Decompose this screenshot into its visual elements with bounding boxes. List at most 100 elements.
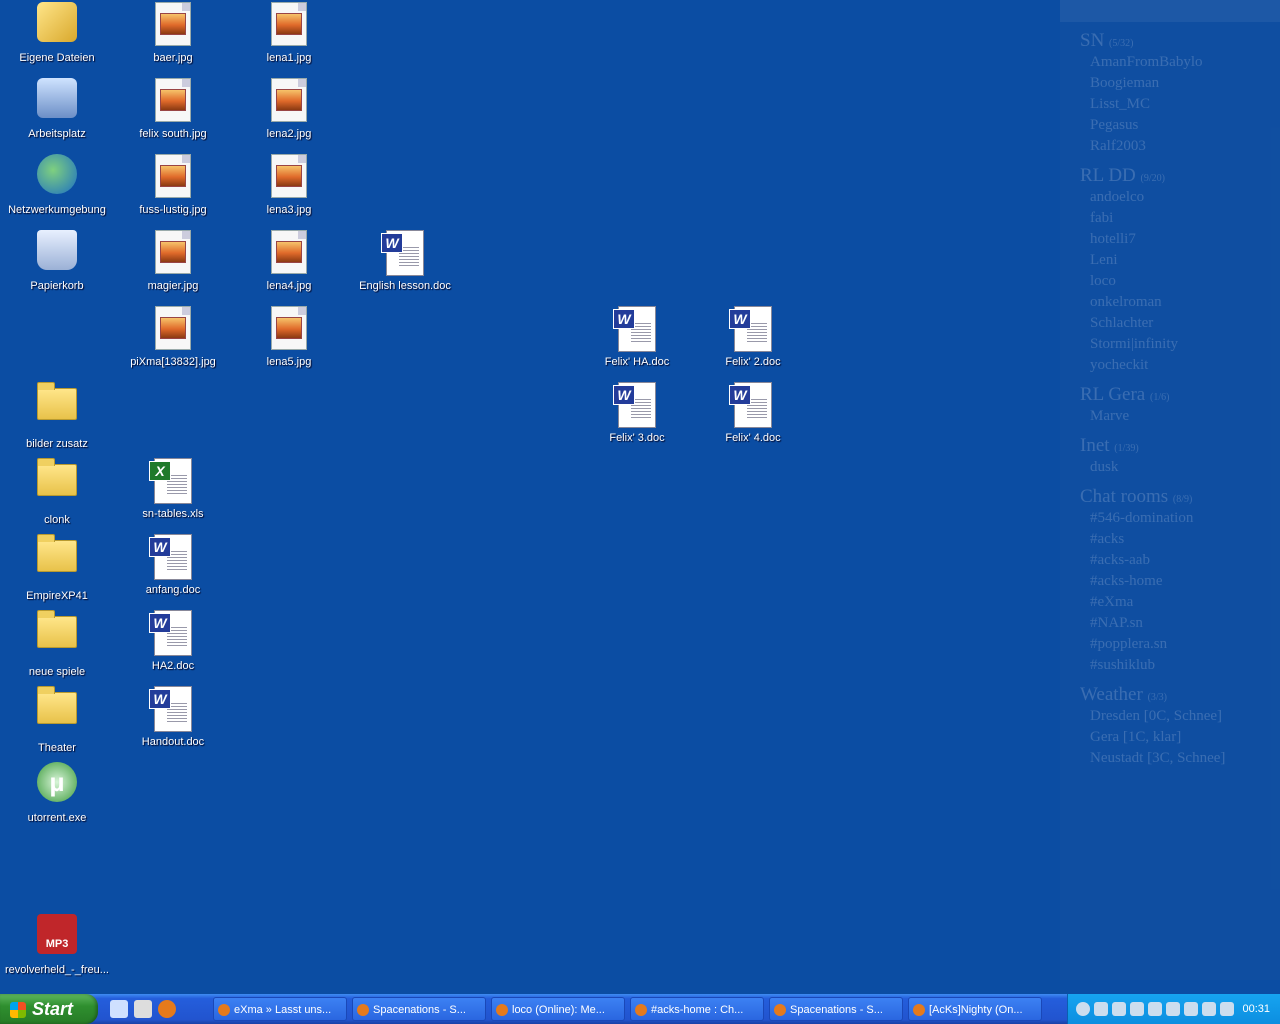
- contact-item[interactable]: Stormi|infinity: [1060, 334, 1280, 355]
- contact-list-widget[interactable]: SN (5/32) AmanFromBabylo Boogieman Lisst_MC…: [1060, 0, 1280, 980]
- my-computer-icon[interactable]: Arbeitsplatz: [2, 78, 112, 141]
- file-felix-4[interactable]: W Felix' 4.doc: [698, 382, 808, 445]
- file-felix-2[interactable]: W Felix' 2.doc: [698, 306, 808, 369]
- group-header[interactable]: Inet (1/39): [1060, 435, 1280, 457]
- word-file-icon: W: [149, 534, 192, 580]
- contact-item[interactable]: andoelco: [1060, 187, 1280, 208]
- start-button[interactable]: Start: [0, 994, 98, 1024]
- taskbar-window-button[interactable]: Spacenations - S...: [769, 997, 903, 1021]
- show-desktop-icon[interactable]: [110, 1000, 128, 1018]
- icon-label: lena4.jpg: [266, 280, 312, 292]
- file-handout[interactable]: W Handout.doc: [118, 686, 228, 749]
- contact-item[interactable]: Dresden [0C, Schnee]: [1060, 706, 1280, 727]
- contact-item[interactable]: #546-domination: [1060, 508, 1280, 529]
- contact-item[interactable]: Gera [1C, klar]: [1060, 727, 1280, 748]
- taskbar-window-button[interactable]: eXma » Lasst uns...: [213, 997, 347, 1021]
- file-felix-south[interactable]: felix south.jpg: [118, 78, 228, 141]
- contact-item[interactable]: hotelli7: [1060, 229, 1280, 250]
- app-icon: [774, 1004, 786, 1017]
- folder-empire[interactable]: EmpireXP41: [2, 534, 112, 603]
- file-fuss-lustig[interactable]: fuss-lustig.jpg: [118, 154, 228, 217]
- folder-icon: [37, 458, 77, 496]
- file-felix-3[interactable]: W Felix' 3.doc: [582, 382, 692, 445]
- utorrent-icon[interactable]: µ utorrent.exe: [2, 762, 112, 825]
- icon-label: lena2.jpg: [266, 128, 312, 140]
- quicklaunch-app-icon[interactable]: [134, 1000, 152, 1018]
- taskbar-window-button[interactable]: [AcKs]Nighty (On...: [908, 997, 1042, 1021]
- taskbar-window-button[interactable]: #acks-home : Ch...: [630, 997, 764, 1021]
- icon-label: neue spiele: [28, 666, 86, 678]
- file-pixma[interactable]: piXma[13832].jpg: [118, 306, 228, 369]
- contact-item[interactable]: #eXma: [1060, 592, 1280, 613]
- tray-app-icon[interactable]: [1148, 1002, 1162, 1016]
- tray-app-icon[interactable]: [1202, 1002, 1216, 1016]
- file-baer[interactable]: baer.jpg: [118, 2, 228, 65]
- file-lena5[interactable]: lena5.jpg: [234, 306, 344, 369]
- firefox-icon[interactable]: [158, 1000, 176, 1018]
- folder-theater[interactable]: Theater: [2, 686, 112, 755]
- contact-item[interactable]: dusk: [1060, 457, 1280, 478]
- folder-clonk[interactable]: clonk: [2, 458, 112, 527]
- file-magier[interactable]: magier.jpg: [118, 230, 228, 293]
- contact-item[interactable]: fabi: [1060, 208, 1280, 229]
- contact-item[interactable]: Schlachter: [1060, 313, 1280, 334]
- tray-app-icon[interactable]: [1130, 1002, 1144, 1016]
- contact-item[interactable]: Pegasus: [1060, 115, 1280, 136]
- my-documents-icon[interactable]: Eigene Dateien: [2, 2, 112, 65]
- file-felix-ha[interactable]: W Felix' HA.doc: [582, 306, 692, 369]
- widget-toolbar[interactable]: [1060, 0, 1280, 22]
- utorrent-logo-icon: µ: [37, 762, 77, 802]
- contact-item[interactable]: #NAP.sn: [1060, 613, 1280, 634]
- tray-expand-icon[interactable]: [1076, 1002, 1090, 1016]
- contact-item[interactable]: #acks-home: [1060, 571, 1280, 592]
- tray-app-icon[interactable]: [1220, 1002, 1234, 1016]
- file-english-lesson[interactable]: W English lesson.doc: [350, 230, 460, 293]
- contact-item[interactable]: Ralf2003: [1060, 136, 1280, 157]
- app-icon: [496, 1004, 508, 1017]
- group-header[interactable]: SN (5/32): [1060, 30, 1280, 52]
- contact-item[interactable]: Boogieman: [1060, 73, 1280, 94]
- recycle-bin-icon[interactable]: Papierkorb: [2, 230, 112, 293]
- mp3-file-icon[interactable]: MP3 revolverheld_-_freu...: [2, 914, 112, 977]
- file-anfang[interactable]: W anfang.doc: [118, 534, 228, 597]
- contact-item[interactable]: Leni: [1060, 250, 1280, 271]
- contact-item[interactable]: loco: [1060, 271, 1280, 292]
- file-sn-tables[interactable]: X sn-tables.xls: [118, 458, 228, 521]
- tray-app-icon[interactable]: [1184, 1002, 1198, 1016]
- group-header[interactable]: Weather (3/3): [1060, 684, 1280, 706]
- folder-icon: [37, 534, 77, 572]
- contact-item[interactable]: Lisst_MC: [1060, 94, 1280, 115]
- contact-item[interactable]: Marve: [1060, 406, 1280, 427]
- group-header[interactable]: Chat rooms (8/9): [1060, 486, 1280, 508]
- file-ha2[interactable]: W HA2.doc: [118, 610, 228, 673]
- tray-app-icon[interactable]: [1112, 1002, 1126, 1016]
- group-header[interactable]: RL Gera (1/6): [1060, 384, 1280, 406]
- taskbar-window-button[interactable]: loco (Online): Me...: [491, 997, 625, 1021]
- network-icon[interactable]: Netzwerkumgebung: [2, 154, 112, 217]
- file-lena2[interactable]: lena2.jpg: [234, 78, 344, 141]
- icon-label: revolverheld_-_freu...: [5, 964, 109, 976]
- contact-item[interactable]: AmanFromBabylo: [1060, 52, 1280, 73]
- file-lena3[interactable]: lena3.jpg: [234, 154, 344, 217]
- group-header[interactable]: RL DD (9/20): [1060, 165, 1280, 187]
- contact-item[interactable]: #popplera.sn: [1060, 634, 1280, 655]
- taskbar-window-button[interactable]: Spacenations - S...: [352, 997, 486, 1021]
- clock[interactable]: 00:31: [1242, 994, 1270, 1024]
- contact-item[interactable]: #sushiklub: [1060, 655, 1280, 676]
- file-lena1[interactable]: lena1.jpg: [234, 2, 344, 65]
- contact-item[interactable]: onkelroman: [1060, 292, 1280, 313]
- app-icon: [913, 1004, 925, 1017]
- folder-neue-spiele[interactable]: neue spiele: [2, 610, 112, 679]
- contact-item[interactable]: #acks: [1060, 529, 1280, 550]
- contact-item[interactable]: #acks-aab: [1060, 550, 1280, 571]
- folder-bilder-zusatz[interactable]: bilder zusatz: [2, 382, 112, 451]
- file-lena4[interactable]: lena4.jpg: [234, 230, 344, 293]
- icon-label: utorrent.exe: [27, 812, 87, 824]
- word-file-icon: W: [149, 610, 192, 656]
- folder-icon: [37, 2, 77, 42]
- tray-app-icon[interactable]: [1166, 1002, 1180, 1016]
- tray-app-icon[interactable]: [1094, 1002, 1108, 1016]
- contact-item[interactable]: Neustadt [3C, Schnee]: [1060, 748, 1280, 769]
- contact-item[interactable]: yocheckit: [1060, 355, 1280, 376]
- folder-icon: [37, 382, 77, 420]
